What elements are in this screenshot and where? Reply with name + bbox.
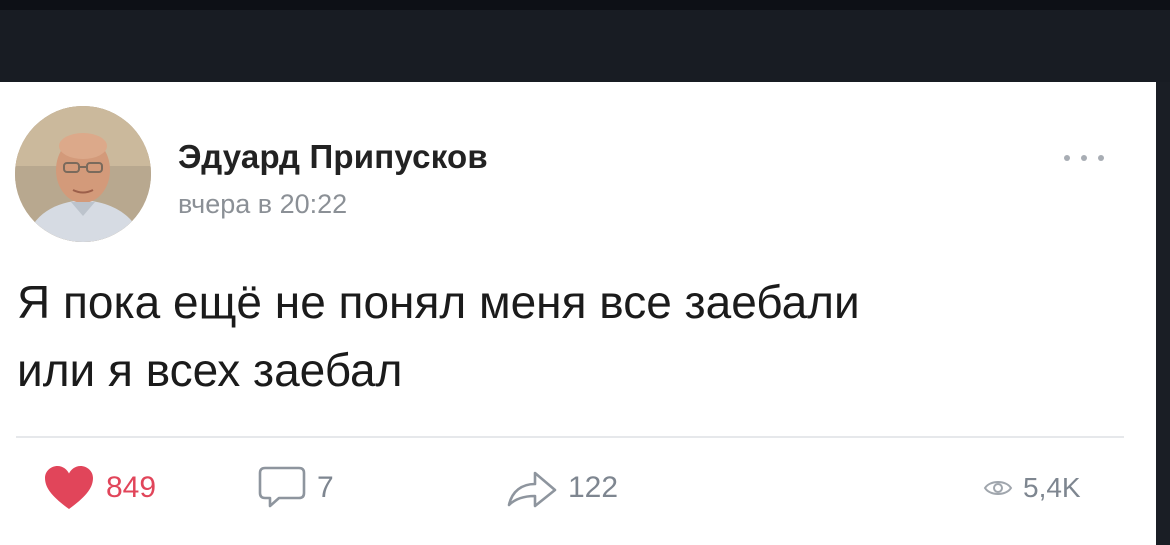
- views-count: 5,4K: [1023, 472, 1081, 503]
- divider: [16, 436, 1124, 438]
- post-text-line-1: Я пока ещё не понял меня все заебали: [17, 276, 860, 328]
- right-edge: [1156, 82, 1170, 545]
- more-dot: [1064, 155, 1070, 161]
- avatar-photo: [15, 106, 151, 242]
- comments-count: 7: [317, 471, 334, 504]
- views-counter: 5,4K: [983, 460, 1081, 516]
- share-arrow-icon: [507, 471, 557, 508]
- top-strip: [0, 0, 1170, 10]
- more-dot: [1098, 155, 1104, 161]
- comment-button[interactable]: 7: [257, 460, 334, 516]
- like-button[interactable]: 849: [44, 460, 156, 516]
- heart-icon: [45, 466, 93, 509]
- share-button[interactable]: 122: [504, 460, 618, 516]
- post-text-line-2: или я всех заебал: [17, 344, 403, 396]
- eye-icon: [983, 481, 1013, 495]
- post-timestamp[interactable]: вчера в 20:22: [178, 189, 347, 220]
- post-card: Эдуард Припусков вчера в 20:22 Я пока ещ…: [0, 82, 1156, 545]
- post-text: Я пока ещё не понял меня все заебали или…: [17, 268, 1137, 404]
- more-dots-icon[interactable]: [1064, 148, 1104, 168]
- comment-bubble-icon: [258, 466, 306, 508]
- more-dot: [1081, 155, 1087, 161]
- likes-count: 849: [106, 471, 157, 504]
- author-name[interactable]: Эдуард Припусков: [178, 138, 488, 176]
- avatar[interactable]: [15, 106, 151, 242]
- shares-count: 122: [568, 471, 619, 504]
